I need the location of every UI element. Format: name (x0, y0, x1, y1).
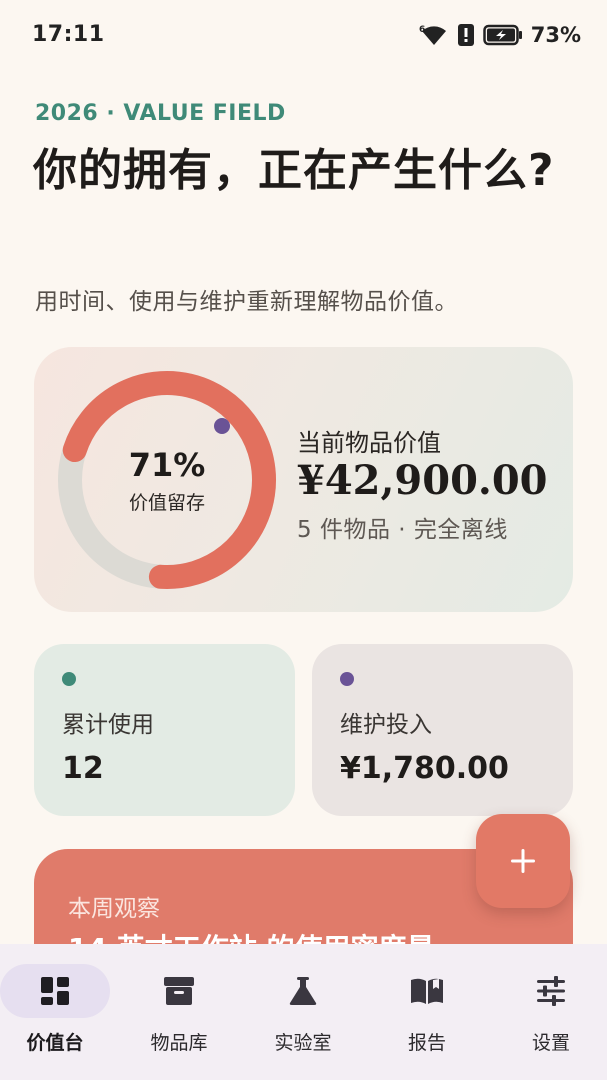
bottom-navigation: 价值台 物品库 实验室 报告 设置 (0, 944, 607, 1080)
battery-percentage: 73% (530, 23, 581, 47)
alert-icon (457, 24, 474, 46)
retention-caption: 价值留存 (128, 491, 205, 514)
plus-icon (511, 849, 535, 873)
nav-icon-wrap-lab (248, 964, 358, 1018)
nav-icon-wrap-library (124, 964, 234, 1018)
flask-icon (289, 977, 317, 1005)
page-subtitle: 用时间、使用与维护重新理解物品价值。 (35, 289, 458, 315)
nav-icon-wrap-reports (372, 964, 482, 1018)
nav-active-indicator (0, 964, 110, 1018)
usage-dot (62, 672, 76, 686)
current-value-amount: ¥42,900.00 (297, 457, 548, 504)
usage-label: 累计使用 (62, 712, 154, 738)
usage-stat-card[interactable]: 累计使用 12 (34, 644, 295, 816)
value-dashboard-screen: 17:11 6 73% 2026 · VALUE FIELD 你的拥有，正在产生… (0, 0, 607, 1080)
nav-label-lab: 实验室 (274, 1032, 332, 1054)
nav-label-dashboard: 价值台 (26, 1032, 84, 1054)
page-eyebrow: 2026 · VALUE FIELD (35, 101, 286, 126)
insight-eyebrow: 本周观察 (68, 896, 160, 922)
nav-icon-wrap-settings (496, 964, 606, 1018)
wifi-icon: 6 (419, 25, 446, 45)
nav-item-lab[interactable]: 实验室 (248, 944, 358, 1080)
value-summary-card[interactable]: 71% 价值留存 当前物品价值 ¥42,900.00 5 件物品 · 完全离线 (34, 347, 573, 612)
nav-item-library[interactable]: 物品库 (124, 944, 234, 1080)
book-icon (411, 978, 443, 1004)
nav-item-settings[interactable]: 设置 (496, 944, 606, 1080)
maintenance-dot (340, 672, 354, 686)
nav-label-library: 物品库 (150, 1032, 208, 1054)
usage-value: 12 (62, 751, 104, 786)
status-time: 17:11 (32, 22, 105, 47)
battery-icon (482, 24, 522, 46)
current-value-meta: 5 件物品 · 完全离线 (297, 517, 508, 543)
status-icons: 6 73% (419, 20, 581, 50)
maintenance-label: 维护投入 (340, 712, 432, 738)
sliders-icon (537, 976, 565, 1006)
dashboard-icon (41, 977, 69, 1005)
nav-label-settings: 设置 (531, 1032, 570, 1054)
svg-text:6: 6 (419, 25, 425, 35)
retention-percentage: 71% (128, 445, 206, 484)
nav-item-reports[interactable]: 报告 (372, 944, 482, 1080)
maintenance-stat-card[interactable]: 维护投入 ¥1,780.00 (312, 644, 573, 816)
add-item-button[interactable] (476, 814, 570, 908)
current-value-label: 当前物品价值 (297, 429, 441, 457)
maintenance-value: ¥1,780.00 (340, 751, 509, 786)
status-bar: 17:11 6 73% (0, 0, 607, 72)
archive-icon (164, 977, 194, 1005)
nav-item-dashboard[interactable]: 价值台 (0, 944, 110, 1080)
ring-center: 71% 价值留存 (54, 367, 280, 593)
page-title: 你的拥有，正在产生什么? (33, 145, 555, 196)
nav-label-reports: 报告 (407, 1032, 446, 1054)
